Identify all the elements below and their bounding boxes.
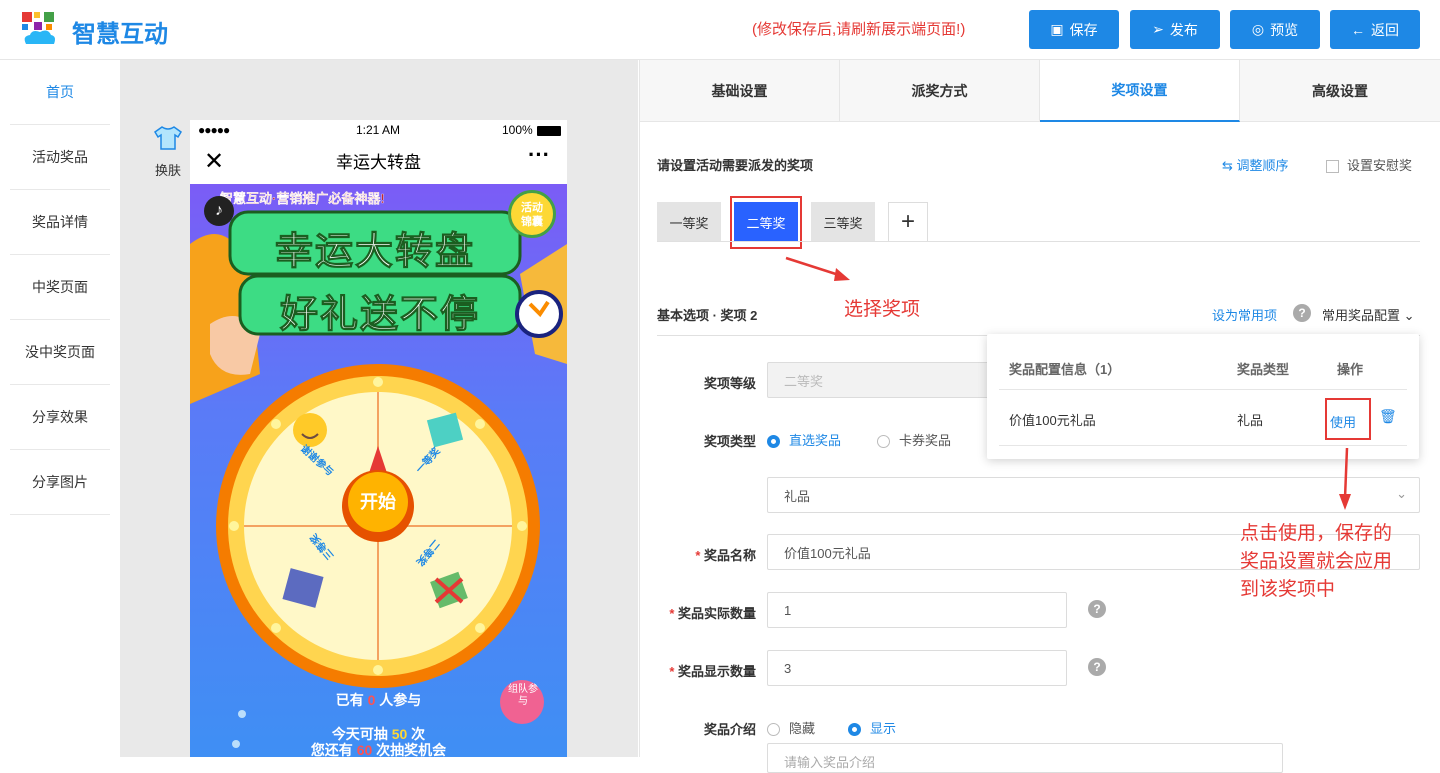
sidebar-item-win-page[interactable]: 中奖页面 [10, 255, 110, 320]
display-qty-label: * 奖品显示数量 [669, 664, 756, 679]
sidebar-item-share-effect[interactable]: 分享效果 [10, 385, 110, 450]
music-icon[interactable]: ♪ [204, 196, 234, 226]
remaining-draws-text: 您还有 60 次抽奖机会 [310, 742, 447, 757]
category-select[interactable]: 礼品 ⌄ [767, 477, 1420, 513]
display-qty-input[interactable]: 3 [767, 650, 1067, 686]
top-bar: 智慧互动 (修改保存后,请刷新展示端页面!) ▣ 保存 ➢ 发布 ◎ 预览 ← 返回 [0, 0, 1440, 60]
radio-icon [877, 435, 890, 449]
skin-button[interactable]: 换肤 [152, 125, 184, 179]
save-icon: ▣ [1050, 21, 1064, 37]
phone-nav-bar: ✕ 幸运大转盘 ··· [190, 142, 567, 184]
sidebar: 首页 活动奖品 奖品详情 中奖页面 没中奖页面 分享效果 分享图片 [0, 60, 120, 757]
brand-name: 智慧互动 [72, 21, 168, 48]
skin-label: 换肤 [154, 163, 181, 178]
send-icon: ➢ [1152, 21, 1164, 37]
status-time: 1:21 AM [356, 123, 401, 137]
help-icon[interactable]: ? [1088, 600, 1106, 618]
annotation-use-note: 点击使用，保存的 奖品设置就会应用 到该奖项中 [1240, 523, 1393, 600]
section-title: 请设置活动需要派发的奖项 [657, 158, 814, 173]
chevron-down-icon: ⌄ [1396, 486, 1407, 501]
level-input: 二等奖 [767, 362, 1007, 398]
common-config-dropdown[interactable]: 常用奖品配置 ⌄ [1322, 305, 1415, 324]
arrow-left-icon: ← [1351, 21, 1365, 38]
intro-radio-hide[interactable]: 隐藏 [767, 718, 815, 737]
status-battery: 100% [502, 123, 533, 137]
popup-row-type: 礼品 [1237, 413, 1264, 428]
trash-icon[interactable]: 🗑 [1379, 408, 1397, 425]
sort-icon: ⇆ [1222, 158, 1233, 173]
tab-prize-settings[interactable]: 奖项设置 [1040, 60, 1240, 122]
save-notice: (修改保存后,请刷新展示端页面!) [752, 21, 966, 38]
help-icon[interactable]: ? [1293, 304, 1311, 322]
level-label: 奖项等级 [703, 376, 756, 391]
team-join-button[interactable]: 组队参与 [508, 684, 538, 708]
prize-tab-third[interactable]: 三等奖 [811, 202, 875, 242]
popup-col-action: 操作 [1337, 362, 1364, 377]
intro-textarea[interactable]: 请输入奖品介绍 [767, 743, 1283, 773]
popup-row-info: 价值100元礼品 [1009, 413, 1096, 428]
sidebar-item-lose-page[interactable]: 没中奖页面 [10, 320, 110, 385]
basic-options-title: 基本选项 · 奖项 2 [657, 308, 758, 323]
radio-icon [767, 723, 780, 737]
intro-radio-show[interactable]: 显示 [848, 718, 896, 737]
intro-label: 奖品介绍 [703, 722, 756, 737]
phone-status-bar: ●●●●● 1:21 AM 100% [190, 120, 567, 142]
consolation-checkbox[interactable]: 设置安慰奖 [1326, 155, 1412, 174]
phone-preview: ●●●●● 1:21 AM 100% ✕ 幸运大转盘 ··· 智慧互动·营销推广… [190, 120, 567, 757]
sidebar-item-home[interactable]: 首页 [10, 60, 110, 125]
tab-advanced[interactable]: 高级设置 [1240, 60, 1440, 122]
name-label: * 奖品名称 [695, 548, 756, 563]
tips-badge[interactable]: 活动锦囊 [508, 190, 556, 238]
game-banner: 智慧互动·营销推广必备神器! [220, 191, 385, 206]
tab-distribution[interactable]: 派奖方式 [840, 60, 1040, 122]
type-radio-coupon[interactable]: 卡券奖品 [877, 430, 951, 449]
prize-tab-first[interactable]: 一等奖 [657, 202, 721, 242]
logo-icon [22, 12, 55, 44]
help-icon[interactable]: ? [1088, 658, 1106, 676]
back-button[interactable]: ← 返回 [1330, 10, 1420, 49]
popup-col-info: 奖品配置信息（1） [1009, 362, 1121, 377]
annotation-select-prize: 选择奖项 [844, 299, 921, 320]
more-icon[interactable]: ··· [528, 142, 550, 168]
type-radio-direct[interactable]: 直选奖品 [767, 430, 841, 449]
highlight-box-use [1325, 398, 1371, 440]
checkbox-icon [1326, 160, 1339, 174]
common-config-popup: 奖品配置信息（1） 奖品类型 操作 价值100元礼品 礼品 使用 🗑 [987, 334, 1419, 459]
actual-qty-input[interactable]: 1 [767, 592, 1067, 628]
radio-checked-icon [767, 435, 780, 449]
game-canvas: 智慧互动·营销推广必备神器! ♪ 活动锦囊 幸运大转盘 好礼送不停 谢谢参与 一… [190, 184, 567, 757]
type-label: 奖项类型 [703, 434, 756, 449]
phone-title: 幸运大转盘 [336, 153, 421, 172]
save-button[interactable]: ▣ 保存 [1029, 10, 1119, 49]
start-button[interactable]: 开始 [348, 488, 408, 514]
game-title-line2: 好礼送不停 [279, 294, 480, 337]
divider [999, 389, 1407, 390]
annotation-arrow-1 [785, 256, 850, 281]
annotation-arrow-2 [1339, 447, 1351, 510]
actual-qty-label: * 奖品实际数量 [669, 606, 756, 621]
sidebar-item-prizes[interactable]: 活动奖品 [10, 125, 110, 190]
sidebar-item-prize-detail[interactable]: 奖品详情 [10, 190, 110, 255]
chevron-down-icon: ⌄ [1403, 308, 1415, 323]
divider [657, 241, 1420, 242]
game-title-line1: 幸运大转盘 [274, 231, 475, 274]
radio-checked-icon [848, 723, 861, 737]
signal-icon: ●●●●● [198, 123, 230, 137]
sidebar-item-share-image[interactable]: 分享图片 [10, 450, 110, 515]
settings-tabs: 基础设置 派奖方式 奖项设置 高级设置 [640, 60, 1440, 122]
publish-button[interactable]: ➢ 发布 [1130, 10, 1220, 49]
shirt-icon [154, 126, 182, 150]
set-common-link[interactable]: 设为常用项 [1212, 305, 1277, 324]
battery-icon [537, 126, 561, 136]
add-prize-button[interactable]: + [888, 202, 928, 242]
preview-icon: ◎ [1251, 21, 1265, 37]
adjust-order-link[interactable]: ⇆ 调整顺序 [1222, 155, 1289, 174]
preview-button[interactable]: ◎ 预览 [1230, 10, 1320, 49]
popup-col-type: 奖品类型 [1237, 362, 1290, 377]
tab-basic[interactable]: 基础设置 [640, 60, 840, 122]
